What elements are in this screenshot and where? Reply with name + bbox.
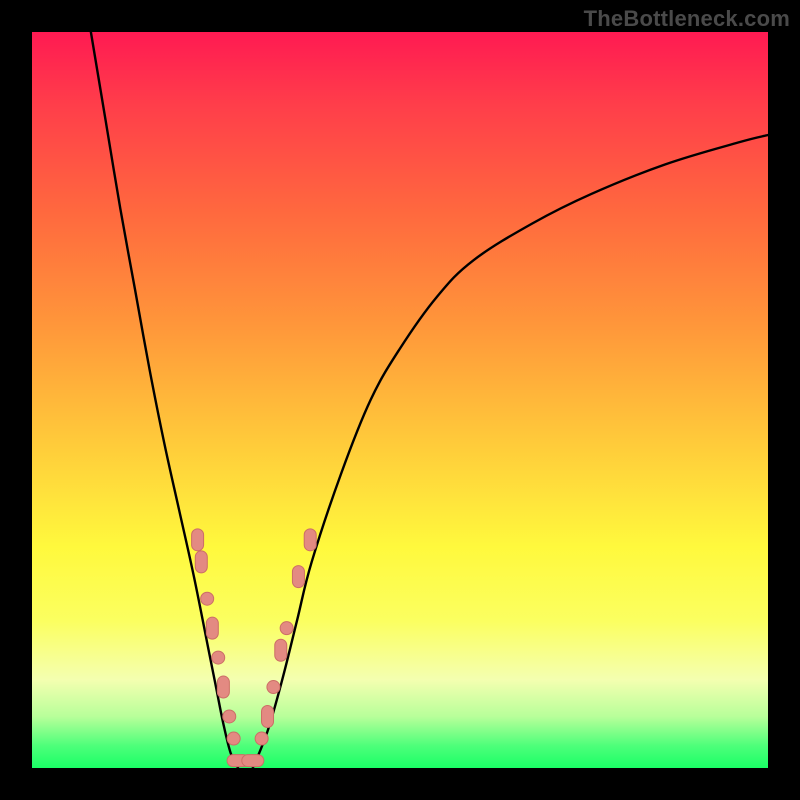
data-marker — [201, 592, 214, 605]
data-marker — [217, 676, 229, 698]
data-marker — [242, 755, 264, 767]
curve-right-branch — [253, 135, 768, 768]
chart-svg — [32, 32, 768, 768]
data-marker — [195, 551, 207, 573]
data-marker — [192, 529, 204, 551]
data-marker — [292, 566, 304, 588]
data-marker — [280, 622, 293, 635]
data-marker — [262, 705, 274, 727]
data-marker — [255, 732, 268, 745]
data-marker — [223, 710, 236, 723]
curve-layer — [91, 32, 768, 768]
watermark-text: TheBottleneck.com — [584, 6, 790, 32]
data-marker — [227, 732, 240, 745]
data-marker — [267, 681, 280, 694]
marker-layer — [192, 529, 317, 767]
data-marker — [275, 639, 287, 661]
data-marker — [212, 651, 225, 664]
chart-stage: TheBottleneck.com — [0, 0, 800, 800]
data-marker — [206, 617, 218, 639]
data-marker — [304, 529, 316, 551]
plot-area — [32, 32, 768, 768]
